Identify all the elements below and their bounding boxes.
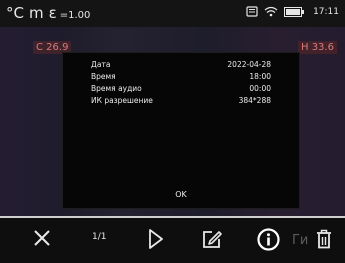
info-row-ir-resolution: ИК разрешение 384*288 [91,96,271,105]
info-value: 384*288 [238,96,271,105]
info-label: Дата [91,60,111,69]
info-label: ИК разрешение [91,96,153,105]
emissivity-value: =1.00 [59,10,91,21]
measurement-units: °C m ε =1.00 [6,4,90,22]
info-label: Время аудио [91,84,142,93]
page-number: 1/1 [92,232,107,242]
ok-button[interactable]: OK [63,190,299,199]
max-temp-label: H 33.6 [298,41,337,54]
status-bar: °C m ε =1.00 17:11 [0,0,345,27]
info-value: 00:00 [249,84,271,93]
edit-icon [202,229,223,253]
info-row-audio-time: Время аудио 00:00 [91,84,271,93]
status-icons: 17:11 [240,6,339,17]
play-button[interactable] [148,229,164,253]
close-icon [33,229,51,251]
delete-icon [316,229,332,253]
info-row-time: Время 18:00 [91,72,271,81]
edit-button[interactable] [202,229,223,253]
sd-card-icon [246,6,258,17]
page-indicator: 1/1 [92,232,106,242]
temperature-unit: °C [6,4,24,22]
wifi-icon [264,6,278,17]
info-value: 2022-04-28 [227,60,271,69]
distance-unit: m [28,4,44,22]
emissivity-symbol: ε [48,4,57,22]
delete-button[interactable] [316,229,332,253]
play-icon [148,229,164,253]
close-button[interactable] [33,229,51,251]
info-label: Время [91,72,116,81]
info-button[interactable] [257,228,280,255]
info-value: 18:00 [249,72,271,81]
battery-icon [284,6,305,17]
info-dialog: Дата 2022-04-28 Время 18:00 Время аудио … [62,52,300,209]
clock: 17:11 [313,6,339,17]
info-icon [257,228,280,255]
info-row-date: Дата 2022-04-28 [91,60,271,69]
overlay-text: Ги [292,233,309,248]
